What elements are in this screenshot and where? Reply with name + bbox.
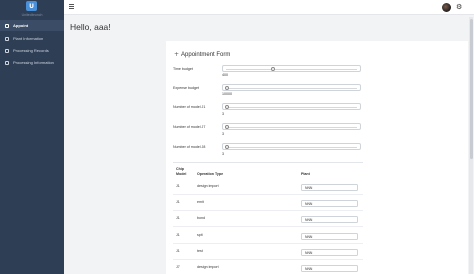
calendar-icon <box>5 36 9 41</box>
table-cell-operation: test <box>197 249 203 253</box>
model-j8-value: 3 <box>222 152 224 156</box>
sidebar-item-label: Processing Information <box>13 60 54 65</box>
gear-icon[interactable]: ⚙ <box>456 3 462 12</box>
model-j1-value: 3 <box>222 112 224 116</box>
model-j1-slider[interactable] <box>222 103 361 110</box>
row-divider <box>173 226 363 227</box>
field-label-model-j8: Number of model J8 <box>173 145 206 149</box>
form-title: + Appointment Form <box>174 51 230 58</box>
field-label-time-budget: Time budget <box>173 67 193 71</box>
slider-knob[interactable] <box>225 86 229 90</box>
plant-input[interactable]: NNN <box>301 184 358 191</box>
column-header-plant: Plant <box>301 172 310 176</box>
model-j8-slider[interactable] <box>222 143 361 150</box>
table-cell-operation: bond <box>197 216 205 220</box>
form-title-text: Appointment Form <box>181 51 231 58</box>
calendar-icon <box>5 23 9 28</box>
table-cell-chip: J1 <box>176 216 180 220</box>
expense-budget-slider[interactable] <box>222 84 361 91</box>
top-bar: ⚙ <box>64 0 474 15</box>
table-cell-chip: J1 <box>176 200 180 204</box>
slider-knob[interactable] <box>225 105 229 109</box>
table-cell-chip: J1 <box>176 249 180 253</box>
table-cell-chip: J1 <box>176 184 180 188</box>
time-budget-value: 400 <box>222 73 228 77</box>
page-scrollbar[interactable] <box>469 17 473 274</box>
hamburger-icon[interactable] <box>69 4 74 9</box>
divider <box>173 162 363 163</box>
row-divider <box>173 243 363 244</box>
table-cell-operation: design import <box>197 265 219 269</box>
column-header-chip-model: Chip Model <box>176 167 187 176</box>
row-divider <box>173 210 363 211</box>
field-label-expense-budget: Expense budget <box>173 86 199 90</box>
avatar[interactable] <box>442 3 451 12</box>
plant-input[interactable]: NNN <box>301 249 358 256</box>
sidebar-item-label: Plant Information <box>13 36 44 41</box>
field-label-model-j7: Number of model J7 <box>173 125 206 129</box>
page-greeting: Hello, aaa! <box>70 22 111 32</box>
table-cell-chip: J7 <box>176 265 180 269</box>
expense-budget-value: 10000 <box>222 92 232 96</box>
table-cell-operation: emit <box>197 200 204 204</box>
sidebar-item-label: Processing Records <box>13 48 49 53</box>
sidebar-item-plant-information[interactable]: Plant Information <box>0 33 64 44</box>
appointment-card: + Appointment Form Time budget 400 Expen… <box>166 41 468 274</box>
table-cell-chip: J1 <box>176 233 180 237</box>
sidebar-item-processing-information[interactable]: Processing Information <box>0 57 64 68</box>
sidebar: U Unitedbrunch Appoint Plant Information… <box>0 0 64 274</box>
field-label-model-j1: Number of model J1 <box>173 105 206 109</box>
calendar-icon <box>5 60 9 65</box>
brand-name: Unitedbrunch <box>21 13 43 17</box>
plant-input[interactable]: NNN <box>301 200 358 207</box>
plus-icon[interactable]: + <box>174 51 179 58</box>
model-j7-slider[interactable] <box>222 123 361 130</box>
logo[interactable]: U <box>26 1 37 11</box>
time-budget-slider[interactable] <box>222 65 361 72</box>
table-cell-operation: spit <box>197 233 203 237</box>
slider-knob[interactable] <box>225 125 229 129</box>
plant-input[interactable]: NNN <box>301 233 358 240</box>
row-divider <box>173 259 363 260</box>
slider-knob[interactable] <box>270 67 275 71</box>
plant-input[interactable]: NNN <box>301 216 358 223</box>
scrollbar-thumb[interactable] <box>469 19 473 159</box>
column-header-operation-type: Operation Type <box>197 172 224 176</box>
model-j7-value: 3 <box>222 132 224 136</box>
row-divider <box>173 194 363 195</box>
slider-knob[interactable] <box>225 145 229 149</box>
calendar-icon <box>5 48 9 53</box>
sidebar-item-appoint[interactable]: Appoint <box>0 20 64 31</box>
sidebar-item-processing-records[interactable]: Processing Records <box>0 45 64 56</box>
plant-input[interactable]: NNN <box>301 265 358 272</box>
table-cell-operation: design import <box>197 184 219 188</box>
sidebar-item-label: Appoint <box>13 23 29 28</box>
